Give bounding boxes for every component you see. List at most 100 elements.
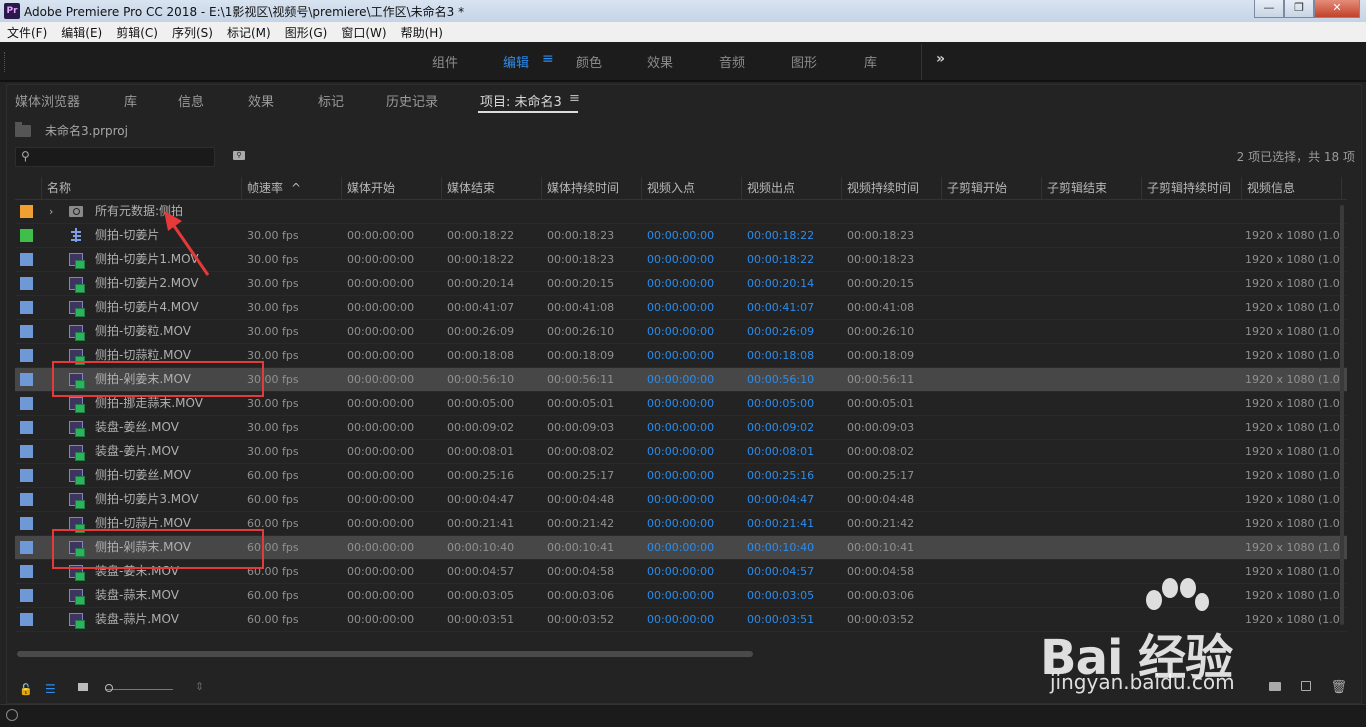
- label-color-swatch[interactable]: [20, 301, 33, 314]
- workspace-tab[interactable]: 图形: [791, 52, 817, 71]
- cell-vin[interactable]: 00:00:00:00: [647, 488, 714, 511]
- workspace-tab[interactable]: 库: [864, 52, 877, 71]
- table-row[interactable]: 侧拍-切姜片4.MOV 30.00 fps 00:00:00:00 00:00:41:…: [15, 296, 1347, 320]
- grip-handle[interactable]: [4, 52, 9, 72]
- menu-item[interactable]: 图形(G): [278, 22, 335, 42]
- table-row[interactable]: 侧拍-切姜粒.MOV 30.00 fps 00:00:00:00 00:00:26:0…: [15, 320, 1347, 344]
- panel-tab[interactable]: 项目: 未命名3: [480, 91, 562, 110]
- cell-vout[interactable]: 00:00:18:08: [747, 344, 814, 367]
- column-header[interactable]: 视频信息: [1241, 177, 1341, 199]
- label-color-swatch[interactable]: [20, 541, 33, 554]
- panel-menu-icon[interactable]: ≡: [569, 91, 580, 106]
- label-color-swatch[interactable]: [20, 349, 33, 362]
- expand-chevron-icon[interactable]: ›: [49, 200, 53, 223]
- minimize-button[interactable]: —: [1254, 0, 1284, 18]
- zoom-slider-knob[interactable]: [105, 684, 113, 692]
- cell-vin[interactable]: 00:00:00:00: [647, 248, 714, 271]
- label-color-swatch[interactable]: [20, 613, 33, 626]
- workspace-tab[interactable]: 音频: [719, 52, 745, 71]
- cell-vout[interactable]: 00:00:08:01: [747, 440, 814, 463]
- cell-vout[interactable]: 00:00:04:47: [747, 488, 814, 511]
- cell-vin[interactable]: 00:00:00:00: [647, 368, 714, 391]
- cell-vout[interactable]: 00:00:26:09: [747, 320, 814, 343]
- column-header[interactable]: 名称: [41, 177, 241, 199]
- list-view-icon[interactable]: ☰: [45, 682, 56, 696]
- table-row[interactable]: 侧拍-切姜片3.MOV 60.00 fps 00:00:00:00 00:00:04:…: [15, 488, 1347, 512]
- cell-vin[interactable]: 00:00:00:00: [647, 344, 714, 367]
- cell-vout[interactable]: 00:00:03:05: [747, 584, 814, 607]
- menu-item[interactable]: 剪辑(C): [109, 22, 165, 42]
- column-header[interactable]: 音: [1341, 177, 1347, 199]
- workspace-menu-icon[interactable]: ≡: [542, 51, 554, 67]
- cell-vin[interactable]: 00:00:00:00: [647, 272, 714, 295]
- cell-vin[interactable]: 00:00:00:00: [647, 392, 714, 415]
- menu-item[interactable]: 序列(S): [165, 22, 220, 42]
- label-color-swatch[interactable]: [20, 589, 33, 602]
- workspace-tab[interactable]: 颜色: [576, 52, 602, 71]
- cell-vout[interactable]: 00:00:21:41: [747, 512, 814, 535]
- panel-tab[interactable]: 效果: [248, 91, 274, 110]
- cell-vin[interactable]: 00:00:00:00: [647, 440, 714, 463]
- cell-vout[interactable]: 00:00:25:16: [747, 464, 814, 487]
- column-header[interactable]: 视频出点: [741, 177, 841, 199]
- menu-item[interactable]: 窗口(W): [334, 22, 393, 42]
- menu-item[interactable]: 帮助(H): [394, 22, 450, 42]
- table-row[interactable]: 侧拍-切姜丝.MOV 60.00 fps 00:00:00:00 00:00:25:1…: [15, 464, 1347, 488]
- cell-vout[interactable]: 00:00:04:57: [747, 560, 814, 583]
- find-bin-icon[interactable]: ⚲: [233, 151, 245, 160]
- more-workspaces-button[interactable]: »: [936, 51, 945, 67]
- panel-tab[interactable]: 库: [124, 91, 137, 110]
- search-input[interactable]: ⚲: [15, 147, 215, 167]
- workspace-tab[interactable]: 效果: [647, 52, 673, 71]
- cell-vin[interactable]: 00:00:00:00: [647, 320, 714, 343]
- label-color-swatch[interactable]: [20, 565, 33, 578]
- panel-tab[interactable]: 信息: [178, 91, 204, 110]
- horizontal-scrollbar[interactable]: [17, 651, 753, 657]
- cell-vin[interactable]: 00:00:00:00: [647, 560, 714, 583]
- cell-vout[interactable]: 00:00:56:10: [747, 368, 814, 391]
- close-button[interactable]: ✕: [1314, 0, 1360, 18]
- cell-vout[interactable]: 00:00:18:22: [747, 248, 814, 271]
- maximize-button[interactable]: ❐: [1284, 0, 1314, 18]
- label-color-swatch[interactable]: [20, 421, 33, 434]
- cell-vout[interactable]: 00:00:41:07: [747, 296, 814, 319]
- column-header[interactable]: 媒体结束: [441, 177, 541, 199]
- menu-item[interactable]: 编辑(E): [54, 22, 109, 42]
- lock-icon[interactable]: 🔓: [19, 683, 33, 696]
- menu-item[interactable]: 文件(F): [0, 22, 54, 42]
- workspace-tab[interactable]: 编辑: [503, 52, 529, 71]
- cell-vin[interactable]: 00:00:00:00: [647, 296, 714, 319]
- panel-tab[interactable]: 历史记录: [386, 91, 438, 110]
- label-color-swatch[interactable]: [20, 469, 33, 482]
- column-header[interactable]: 媒体开始: [341, 177, 441, 199]
- cell-vin[interactable]: 00:00:00:00: [647, 512, 714, 535]
- column-header[interactable]: 媒体持续时间: [541, 177, 641, 199]
- label-color-swatch[interactable]: [20, 517, 33, 530]
- workspace-tab[interactable]: 组件: [432, 52, 458, 71]
- cell-vin[interactable]: 00:00:00:00: [647, 584, 714, 607]
- column-header[interactable]: 帧速率 ^: [241, 177, 341, 199]
- label-color-swatch[interactable]: [20, 445, 33, 458]
- panel-tab[interactable]: 标记: [318, 91, 344, 110]
- table-row[interactable]: 装盘-姜丝.MOV 30.00 fps 00:00:00:00 00:00:09:02…: [15, 416, 1347, 440]
- icon-view-icon[interactable]: [78, 683, 88, 691]
- column-header[interactable]: 视频持续时间: [841, 177, 941, 199]
- menu-item[interactable]: 标记(M): [220, 22, 278, 42]
- zoom-slider[interactable]: [105, 689, 173, 690]
- label-color-swatch[interactable]: [20, 397, 33, 410]
- column-header[interactable]: 视频入点: [641, 177, 741, 199]
- cell-vin[interactable]: 00:00:00:00: [647, 464, 714, 487]
- label-color-swatch[interactable]: [20, 205, 33, 218]
- cell-vout[interactable]: 00:00:03:51: [747, 608, 814, 631]
- table-row[interactable]: 装盘-姜片.MOV 30.00 fps 00:00:00:00 00:00:08:01…: [15, 440, 1347, 464]
- column-header[interactable]: 子剪辑开始: [941, 177, 1041, 199]
- cell-vout[interactable]: 00:00:20:14: [747, 272, 814, 295]
- sort-icon[interactable]: ⇕: [195, 680, 204, 693]
- cell-vout[interactable]: 00:00:10:40: [747, 536, 814, 559]
- label-color-swatch[interactable]: [20, 493, 33, 506]
- label-color-swatch[interactable]: [20, 325, 33, 338]
- column-header[interactable]: 子剪辑结束: [1041, 177, 1141, 199]
- cell-vin[interactable]: 00:00:00:00: [647, 224, 714, 247]
- cell-vout[interactable]: 00:00:09:02: [747, 416, 814, 439]
- cell-vin[interactable]: 00:00:00:00: [647, 416, 714, 439]
